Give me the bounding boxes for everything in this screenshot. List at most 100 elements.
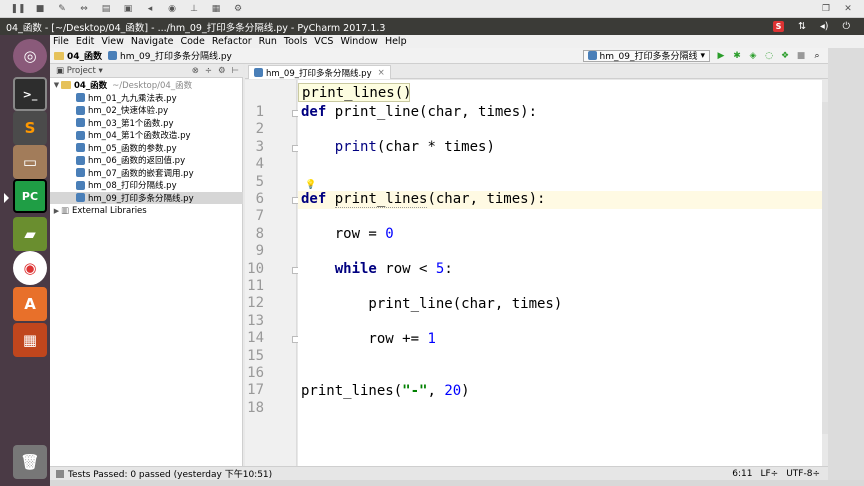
expand-arrow-icon[interactable]: ▶ [52,207,61,215]
speaker-icon[interactable]: ◂ [144,3,156,15]
clipboard-icon[interactable]: ▤ [100,3,112,15]
menu-vcs[interactable]: VCS [314,36,333,47]
sync-icon[interactable]: ⊗ [192,66,199,76]
file-encoding[interactable]: UTF-8÷ [786,469,820,479]
folder-icon [61,81,71,90]
link-icon[interactable]: ⇔ [78,3,90,15]
tree-file-item[interactable]: hm_06_函数的返回值.py [50,154,243,167]
ubuntu-logo-icon[interactable]: ◎ [13,39,47,73]
window-title-bar: 04_函数 - [~/Desktop/04_函数] - .../hm_09_打印… [0,18,864,35]
tree-external-libraries[interactable]: ▶ ▥ External Libraries [50,205,243,218]
tree-file-item[interactable]: hm_07_函数的嵌套调用.py [50,167,243,180]
terminal-icon[interactable]: >_ [13,77,47,111]
wrench-icon[interactable]: ✎ [56,3,68,15]
coverage-icon[interactable]: ◈ [748,51,758,61]
breadcrumb-project[interactable]: 04_函数 [54,49,102,62]
launcher: ◎ >_ S ▭ PC ▰ ◉ A ▦ 🗑 [0,35,50,486]
line-number: 5 [255,173,264,190]
python-file-icon [76,105,85,115]
settings-icon[interactable]: ⚙ [232,3,244,15]
menu-view[interactable]: View [101,36,124,47]
line-number: 16 [247,365,264,381]
books-icon[interactable]: ▰ [13,217,47,251]
pause-icon[interactable]: ❚❚ [10,3,25,15]
menu-run[interactable]: Run [259,36,277,47]
camera-icon[interactable]: ◉ [166,3,178,15]
debug-icon[interactable]: ✱ [732,51,742,61]
tool-window-icon[interactable] [56,469,64,478]
sublime-text-icon[interactable]: S [13,111,47,145]
close-tab-icon[interactable]: × [378,68,385,78]
stop-icon[interactable]: ■ [796,51,806,61]
python-file-icon [76,118,85,128]
menu-edit[interactable]: Edit [76,36,94,47]
run-toolbar: hm_09_打印多条分隔线 ▾ ▶ ✱ ◈ ◌ ❖ ■ ⌕ [582,49,828,62]
tree-file-item[interactable]: hm_05_函数的参数.py [50,142,243,155]
close-icon[interactable]: ✕ [842,3,854,15]
python-file-icon [76,155,85,165]
save-icon[interactable]: ▦ [210,3,222,15]
search-icon[interactable]: ⌕ [812,51,822,61]
concurrency-icon[interactable]: ❖ [780,51,790,61]
navigation-bar: 04_函数 hm_09_打印多条分隔线.py hm_09_打印多条分隔线 ▾ ▶… [50,48,828,64]
menu-file[interactable]: File [53,36,69,47]
code-editor[interactable]: 💡 def print_line(char, times): print(cha… [298,80,822,466]
tree-file-item[interactable]: hm_04_第1个函数改造.py [50,129,243,142]
sogou-input-icon[interactable]: S [773,21,785,32]
code-line-10: while row < 5: [334,261,453,277]
run-icon[interactable]: ▶ [716,51,726,61]
screen: ❚❚ ■ ✎ ⇔ ▤ ▣ ◂ ◉ ⊥ ▦ ⚙ ❐ ✕ 04_函数 - [~/De… [0,0,864,486]
run-config-select[interactable]: hm_09_打印多条分隔线 ▾ [582,49,710,62]
lock-icon[interactable]: ▣ [122,3,134,15]
files-icon[interactable]: ▭ [13,145,47,179]
chrome-icon[interactable]: ◉ [13,251,47,285]
tree-file-item[interactable]: hm_03_第1个函数.py [50,117,243,130]
hide-icon[interactable]: ⊢ [232,66,239,76]
caret-position[interactable]: 6:11 [732,469,752,479]
profile-icon[interactable]: ◌ [764,51,774,61]
code-line-6: def print_lines(char, times): [301,191,546,208]
tree-file-item[interactable]: hm_02_快速体验.py [50,104,243,117]
editor-tab[interactable]: hm_09_打印多条分隔线.py × [248,65,391,79]
python-file-icon [76,168,85,178]
recorder-toolbar: ❚❚ ■ ✎ ⇔ ▤ ▣ ◂ ◉ ⊥ ▦ ⚙ ❐ ✕ [0,0,864,18]
pycharm-icon[interactable]: PC [4,179,47,213]
code-line-8: row = 0 [301,226,394,242]
project-view-select[interactable]: ▣ Project ▾ [56,66,103,76]
line-separator[interactable]: LF÷ [760,469,778,479]
menu-tools[interactable]: Tools [284,36,307,47]
tree-root[interactable]: ▼ 04_函数 ~/Desktop/04_函数 [50,79,243,92]
pin-icon[interactable]: ⊥ [188,3,200,15]
status-message: Tests Passed: 0 passed (yesterday 下午10:5… [68,470,273,480]
tree-file-item[interactable]: hm_09_打印多条分隔线.py [50,191,243,205]
menu-code[interactable]: Code [180,36,204,47]
tree-file-item[interactable]: hm_01_九九乘法表.py [50,92,243,105]
software-center-icon[interactable]: A [13,287,47,321]
line-number-gutter: 1 2 3 4 5 6 7 8 9 10 11 12 13 14 15 16 17 18 [245,80,299,466]
power-icon[interactable]: ⏻ [842,21,850,32]
stop-icon[interactable]: ■ [34,3,46,15]
trash-icon[interactable]: 🗑 [13,445,47,479]
copy-icon[interactable]: ❐ [820,3,832,15]
expand-arrow-icon[interactable]: ▼ [52,81,61,89]
line-number: 6 [255,191,264,207]
parameter-hint: print_lines() [298,83,412,102]
menu-navigate[interactable]: Navigate [131,36,174,47]
menu-help[interactable]: Help [385,36,407,47]
menu-bar: File Edit View Navigate Code Refactor Run Tools… [50,35,864,48]
collapse-icon[interactable]: ÷ [205,66,212,76]
line-number: 14 [247,330,264,347]
menu-refactor[interactable]: Refactor [212,36,252,47]
python-file-icon [587,51,597,60]
code-line-17: print_lines("-", 20) [301,383,470,399]
line-number: 12 [247,295,264,312]
breadcrumb-file[interactable]: hm_09_打印多条分隔线.py [108,49,232,62]
network-icon[interactable]: ⇅ [798,21,806,32]
workspace-icon[interactable]: ▦ [13,323,47,357]
menu-window[interactable]: Window [340,36,377,47]
tree-file-item[interactable]: hm_08_打印分隔线.py [50,179,243,192]
lightbulb-icon[interactable]: 💡 [305,180,316,190]
project-panel-header: ▣ Project ▾ ⊗ ÷ ⚙ ⊢ [50,64,243,78]
volume-icon[interactable]: ◂) [820,21,828,32]
settings-icon[interactable]: ⚙ [218,66,226,76]
